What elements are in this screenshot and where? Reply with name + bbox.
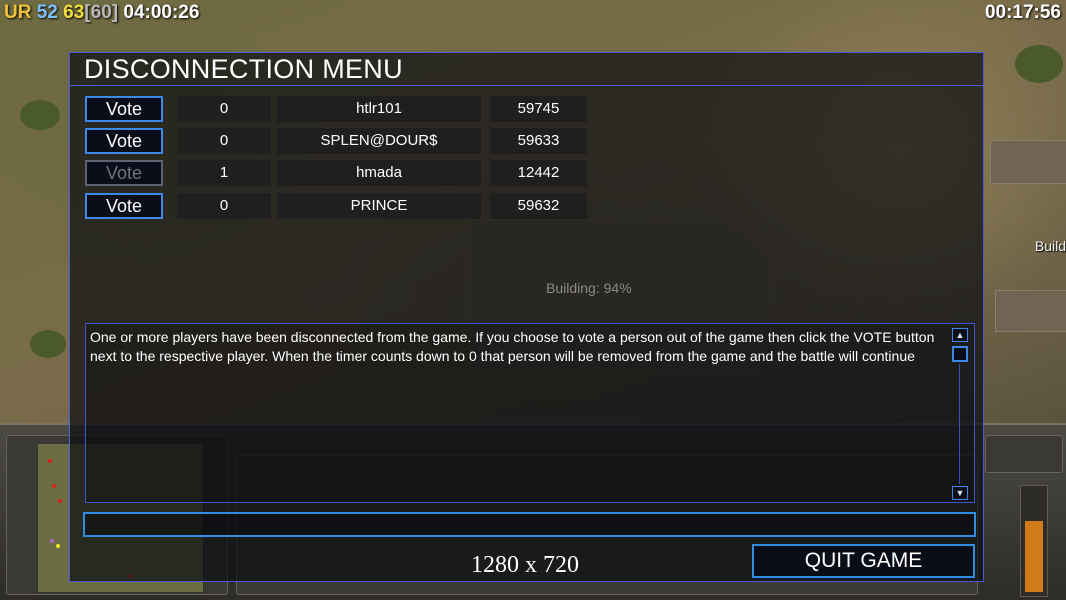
disconnect-timer: 12442 — [490, 160, 587, 186]
vote-button[interactable]: Vote — [85, 193, 163, 219]
structure — [995, 290, 1066, 332]
vote-button[interactable]: Vote — [85, 96, 163, 122]
vote-count: 0 — [177, 96, 271, 122]
disconnect-timer: 59633 — [490, 128, 587, 154]
scroll-up-arrow-icon[interactable]: ▲ — [952, 328, 968, 342]
dialog-title: DISCONNECTION MENU — [84, 54, 403, 84]
minimap-unit — [56, 544, 60, 548]
vote-count: 0 — [177, 128, 271, 154]
vote-count: 1 — [177, 160, 271, 186]
minimap-unit — [50, 539, 54, 543]
tree — [20, 100, 60, 130]
game-clock: 00:17:56 — [984, 2, 1061, 23]
message-scrollbar[interactable]: ▲ ▼ — [952, 326, 970, 500]
quit-game-button[interactable]: QUIT GAME — [752, 544, 975, 578]
minimap-unit — [48, 459, 52, 463]
title-divider — [70, 85, 983, 86]
elapsed-time: 04:00:26 — [123, 2, 200, 23]
power-meter-fill — [1025, 520, 1043, 592]
player-name: htlr101 — [277, 96, 481, 122]
fps-cap: [60] — [84, 2, 119, 23]
message-panel[interactable]: One or more players have been disconnect… — [85, 323, 975, 503]
scroll-thumb[interactable] — [952, 346, 968, 362]
structure — [990, 140, 1066, 184]
fps-value: 52 — [36, 2, 58, 23]
tree — [30, 330, 66, 358]
player-name: PRINCE — [277, 193, 481, 219]
building-progress-label: Building: 94% — [546, 280, 632, 296]
rank-panel — [985, 435, 1063, 473]
vote-button-disabled[interactable]: Vote — [85, 160, 163, 186]
minimap-unit — [52, 484, 56, 488]
vote-count: 0 — [177, 193, 271, 219]
player-name: SPLEN@DOUR$ — [277, 128, 481, 154]
scroll-track-line — [959, 364, 960, 484]
disconnection-dialog: DISCONNECTION MENU Vote 0 htlr101 59745 … — [69, 52, 984, 582]
disconnect-timer: 59745 — [490, 96, 587, 122]
disconnect-timer: 59632 — [490, 193, 587, 219]
side-build-label: Build — [1034, 238, 1066, 254]
tree — [1015, 45, 1063, 83]
power-meter — [1020, 485, 1048, 597]
player-name: hmada — [277, 160, 481, 186]
scroll-down-arrow-icon[interactable]: ▼ — [952, 486, 968, 500]
chat-input[interactable] — [83, 512, 976, 537]
disconnect-message: One or more players have been disconnect… — [90, 329, 935, 364]
vote-button[interactable]: Vote — [85, 128, 163, 154]
minimap-unit — [58, 499, 62, 503]
resolution-label: 1280 x 720 — [471, 552, 579, 578]
performance-stats: UR 52 63[60] 04:00:26 — [4, 2, 199, 24]
ping-value: 63 — [63, 2, 85, 23]
ur-label: UR — [4, 2, 32, 23]
